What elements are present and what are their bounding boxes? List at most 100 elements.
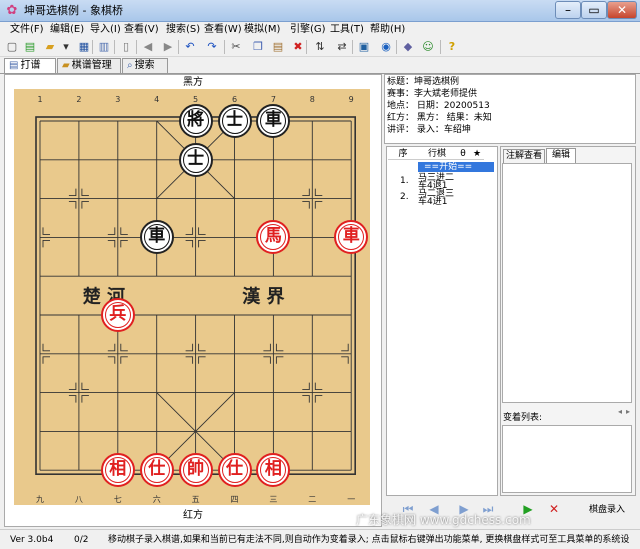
- magnifier-icon: ⌕: [127, 60, 133, 71]
- scroll-right-icon[interactable]: ▸: [626, 407, 630, 416]
- file-number-top: 5: [193, 95, 198, 104]
- black-piece[interactable]: 車: [139, 220, 174, 255]
- paste-icon[interactable]: ▤: [270, 39, 286, 55]
- info-line: 讲评： 录入：车绍坤: [387, 125, 471, 135]
- minimize-button[interactable]: –: [555, 1, 581, 19]
- piece-char: 車: [148, 226, 166, 247]
- open-folder-icon[interactable]: ▰: [42, 39, 58, 55]
- menu-item[interactable]: 引擎(G): [290, 23, 326, 36]
- move-list-header: θ: [456, 148, 470, 160]
- piece-char: 仕: [226, 459, 243, 480]
- red-piece[interactable]: 帥: [178, 453, 213, 488]
- tab-2[interactable]: ⌕ 搜索: [122, 58, 168, 73]
- piece-char: 帥: [187, 459, 205, 480]
- info-line: 标题：坤哥选棋例: [387, 77, 460, 87]
- new-icon[interactable]: ▢: [4, 39, 20, 55]
- file-number-bottom: 一: [347, 495, 355, 504]
- file-number-top: 6: [232, 95, 237, 104]
- file-number-bottom: 三: [269, 495, 277, 504]
- move-start-row[interactable]: ==开始==: [418, 162, 494, 172]
- river-label-han: 漢 界: [242, 286, 284, 308]
- tab-label: 打谱: [20, 60, 41, 71]
- delete-icon[interactable]: ✖: [290, 39, 306, 55]
- back-icon[interactable]: ◀: [140, 39, 156, 55]
- file-number-top: 3: [115, 95, 120, 104]
- board-icon[interactable]: ▣: [356, 39, 372, 55]
- info-line: 地点： 日期：20200513: [387, 101, 490, 111]
- status-bar: Ver 3.0b4 0/2 移动棋子录入棋谱,如果和当前已有走法不同,则自动作为…: [0, 529, 640, 549]
- piece-char: 將: [187, 110, 205, 130]
- menu-item[interactable]: 查看(V): [124, 23, 159, 36]
- red-piece[interactable]: 相: [100, 453, 135, 488]
- annotation-text-area[interactable]: [502, 163, 632, 403]
- tab-annotation-view[interactable]: 注解查看: [503, 149, 545, 163]
- tab-1[interactable]: ▰ 棋谱管理: [57, 58, 121, 73]
- undo-icon[interactable]: ↶: [182, 39, 198, 55]
- piece-char: 馬: [264, 226, 282, 247]
- cut-icon[interactable]: ✂: [228, 39, 244, 55]
- move-list-header: ★: [470, 148, 484, 160]
- file-number-bottom: 六: [153, 494, 161, 504]
- info-line: 赛事：李大斌老师提供: [387, 89, 478, 99]
- disk-icon[interactable]: ▦: [76, 39, 92, 55]
- toolbar-separator: [224, 40, 225, 54]
- maximize-button[interactable]: ▭: [581, 1, 607, 19]
- move-black[interactable]: 车4进1: [418, 197, 447, 207]
- swap-vertical-icon[interactable]: ⇅: [312, 39, 328, 55]
- dropdown-icon[interactable]: ▾: [58, 39, 74, 55]
- users-icon[interactable]: ☺: [420, 39, 436, 55]
- tab-0[interactable]: ▤ 打谱: [4, 58, 56, 74]
- menu-item[interactable]: 模拟(M): [244, 23, 280, 36]
- tab-edit[interactable]: 编辑: [546, 148, 576, 163]
- close-button[interactable]: ✕: [607, 1, 637, 19]
- file-number-top: 1: [37, 95, 42, 104]
- black-piece[interactable]: 士: [217, 104, 252, 138]
- toolbar-separator: [92, 40, 93, 54]
- help-icon[interactable]: ?: [444, 39, 460, 55]
- board-record-button[interactable]: 棋盘录入: [589, 504, 625, 516]
- red-piece[interactable]: 兵: [100, 298, 135, 332]
- file-number-bottom: 四: [231, 495, 239, 504]
- redo-icon[interactable]: ↷: [204, 39, 220, 55]
- stop-icon[interactable]: ✕: [546, 501, 562, 517]
- forward-icon[interactable]: ▶: [160, 39, 176, 55]
- red-piece[interactable]: 仕: [139, 453, 174, 488]
- piece-char: 車: [264, 110, 282, 130]
- menu-item[interactable]: 工具(T): [330, 23, 364, 36]
- menu-item[interactable]: 查看(W): [204, 23, 242, 36]
- play-circle-icon[interactable]: ◉: [378, 39, 394, 55]
- move-list-header: 行棋: [418, 148, 456, 160]
- trash-icon[interactable]: ▯: [118, 39, 134, 55]
- scroll-left-icon[interactable]: ◂: [618, 407, 622, 416]
- tab-label: 棋谱管理: [71, 60, 112, 71]
- piece-char: 士: [226, 110, 243, 130]
- black-side-label: 黑方: [183, 77, 203, 88]
- red-piece[interactable]: 仕: [217, 453, 252, 488]
- toolbar-separator: [178, 40, 179, 54]
- file-number-top: 7: [271, 95, 276, 104]
- piece-char: 仕: [148, 459, 166, 480]
- save-green-icon[interactable]: ▤: [22, 39, 38, 55]
- black-piece[interactable]: 士: [178, 142, 213, 177]
- file-number-top: 9: [349, 95, 354, 104]
- toolbar-separator: [440, 40, 441, 54]
- variation-label: 变着列表:: [503, 413, 543, 423]
- file-number-top: 8: [310, 95, 315, 104]
- tag-icon[interactable]: ◆: [400, 39, 416, 55]
- file-number-bottom: 八: [75, 495, 83, 504]
- menu-item[interactable]: 导入(I): [90, 23, 121, 36]
- swap-horizontal-icon[interactable]: ⇄: [334, 39, 350, 55]
- book-icon[interactable]: ▥: [96, 39, 112, 55]
- move-list-header: 序: [388, 148, 418, 160]
- watermark: 广东象棋网 www.gdchess.com: [356, 513, 531, 527]
- menu-item[interactable]: 帮助(H): [370, 23, 405, 36]
- toolbar-separator: [396, 40, 397, 54]
- menu-item[interactable]: 文件(F): [10, 23, 44, 36]
- file-number-bottom: 九: [36, 495, 44, 504]
- copy-icon[interactable]: ❐: [250, 39, 266, 55]
- move-number: 2.: [400, 192, 409, 202]
- black-piece[interactable]: 將: [178, 104, 213, 138]
- menu-item[interactable]: 搜索(S): [166, 23, 200, 36]
- variation-list[interactable]: [502, 425, 632, 493]
- menu-item[interactable]: 编辑(E): [50, 23, 84, 36]
